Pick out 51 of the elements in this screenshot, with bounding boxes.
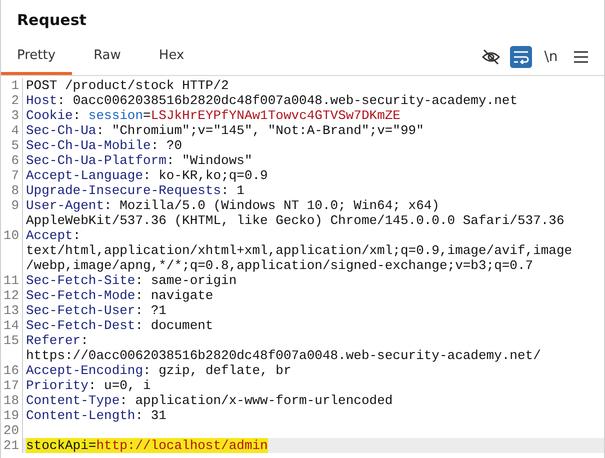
code-line: text/html,application/xhtml+xml,application/xml;q=0.9,image/avif,image — [26, 243, 572, 258]
code-line: User-Agent: Mozilla/5.0 (Windows NT 10.0; Win64; x64) — [26, 198, 440, 213]
line-number: 6 — [11, 153, 19, 168]
view-tab[interactable]: Pretty — [1, 39, 72, 75]
line-number: 11 — [3, 273, 19, 288]
code-line: Sec-Fetch-User: ?1 — [26, 303, 166, 318]
code-line: Sec-Ch-Ua: "Chromium";v="145", "Not:A-Brand";v="99" — [26, 123, 424, 138]
code-line: Accept-Language: ko-KR,ko;q=0.9 — [26, 168, 268, 183]
word-wrap-icon[interactable] — [510, 46, 532, 68]
line-number: 1 — [11, 78, 19, 93]
code-line: Priority: u=0, i — [26, 378, 151, 393]
code-line: Accept-Encoding: gzip, deflate, br — [26, 363, 292, 378]
panel-title: Request — [16, 10, 88, 31]
line-number: 16 — [3, 363, 19, 378]
line-number: 19 — [3, 408, 19, 423]
line-number: 7 — [11, 168, 19, 183]
code-line: Cookie: session=LSJkHrEYPfYNAw1Towvc4GTVSw7DKmZE — [26, 108, 400, 123]
code-line: Sec-Ch-Ua-Mobile: ?0 — [26, 138, 182, 153]
line-number: 14 — [3, 318, 19, 333]
code-line: Sec-Fetch-Mode: navigate — [26, 288, 214, 303]
line-number: 21 — [3, 438, 19, 453]
newline-toggle[interactable]: \n — [540, 46, 562, 68]
code-line: POST /product/stock HTTP/2 — [26, 78, 229, 93]
line-number: 12 — [3, 288, 19, 303]
code-editor[interactable] — [1, 76, 604, 453]
code-line: Sec-Ch-Ua-Platform: "Windows" — [26, 153, 252, 168]
line-number: 2 — [11, 93, 19, 108]
line-number: 3 — [11, 108, 19, 123]
code-line: Content-Length: 31 — [26, 408, 166, 423]
code-line: /webp,image/apng,*/*;q=0.8,application/signed-exchange;v=b3;q=0.7 — [26, 258, 534, 273]
line-number: 5 — [11, 138, 19, 153]
line-number: 20 — [3, 423, 19, 438]
code-line: Upgrade-Insecure-Requests: 1 — [26, 183, 244, 198]
line-number: 13 — [3, 303, 19, 318]
view-tab[interactable]: Raw — [78, 39, 137, 75]
code-line: Accept: — [26, 228, 81, 243]
code-line: Sec-Fetch-Dest: document — [26, 318, 214, 333]
line-number: 8 — [11, 183, 19, 198]
line-number: 4 — [11, 123, 19, 138]
code-line: AppleWebKit/537.36 (KHTML, like Gecko) Chrome/145.0.0.0 Safari/537.36 — [26, 213, 564, 228]
view-tab[interactable]: Hex — [142, 39, 200, 75]
code-line: Content-Type: application/x-www-form-urlencoded — [26, 393, 393, 408]
line-number: 17 — [3, 378, 19, 393]
line-number: 15 — [3, 333, 19, 348]
code-line: Referer: — [26, 333, 88, 348]
code-line: https://0acc0062038516b2820dc48f007a0048.web-security-academy.net/ — [26, 348, 541, 363]
line-number: 10 — [3, 228, 19, 243]
code-line: Sec-Fetch-Site: same-origin — [26, 273, 237, 288]
code-line: Host: 0acc0062038516b2820dc48f007a0048.web-security-academy.net — [26, 93, 518, 108]
line-number: 9 — [11, 198, 19, 213]
line-number: 18 — [3, 393, 19, 408]
